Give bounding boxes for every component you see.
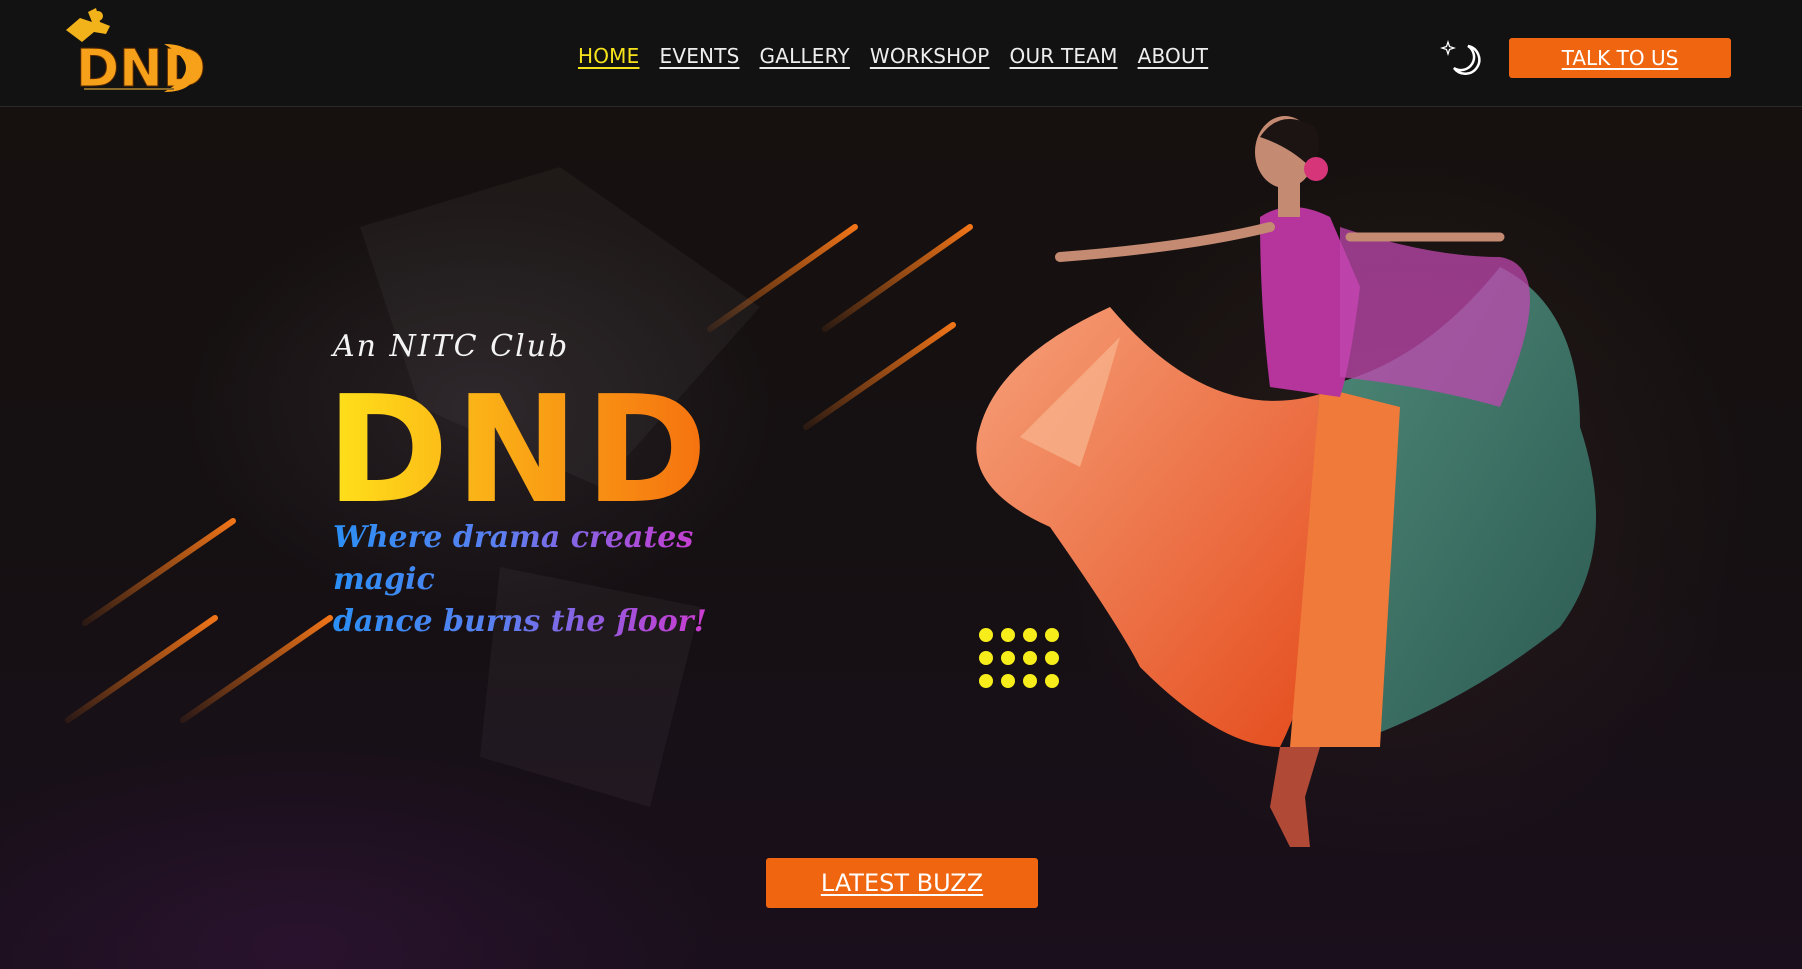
nav-events[interactable]: EVENTS [659, 44, 739, 68]
nav-our-team[interactable]: OUR TEAM [1010, 44, 1118, 68]
latest-buzz-button[interactable]: LATEST BUZZ [766, 858, 1038, 908]
tagline-line-2: dance burns the floor! [333, 604, 707, 639]
dnd-logo[interactable]: DND [36, 8, 206, 94]
hero-tagline: Where drama creates magic dance burns th… [333, 517, 753, 643]
dancer-image [976, 116, 1596, 847]
hero-section: An NITC Club DND Where drama creates mag… [0, 107, 1802, 969]
nav-about[interactable]: ABOUT [1138, 44, 1209, 68]
nav-home[interactable]: HOME [578, 44, 639, 68]
nav-workshop[interactable]: WORKSHOP [870, 44, 990, 68]
tagline-line-1: Where drama creates magic [333, 520, 694, 597]
moon-stars-icon[interactable] [1438, 38, 1482, 82]
talk-to-us-button[interactable]: TALK TO US [1509, 38, 1731, 78]
main-nav: HOME EVENTS GALLERY WORKSHOP OUR TEAM AB… [578, 44, 1208, 68]
top-navigation-bar: DND HOME EVENTS GALLERY WORKSHOP OUR TEA… [0, 0, 1802, 107]
yellow-dots-decoration [979, 628, 1059, 688]
nav-gallery[interactable]: GALLERY [760, 44, 850, 68]
